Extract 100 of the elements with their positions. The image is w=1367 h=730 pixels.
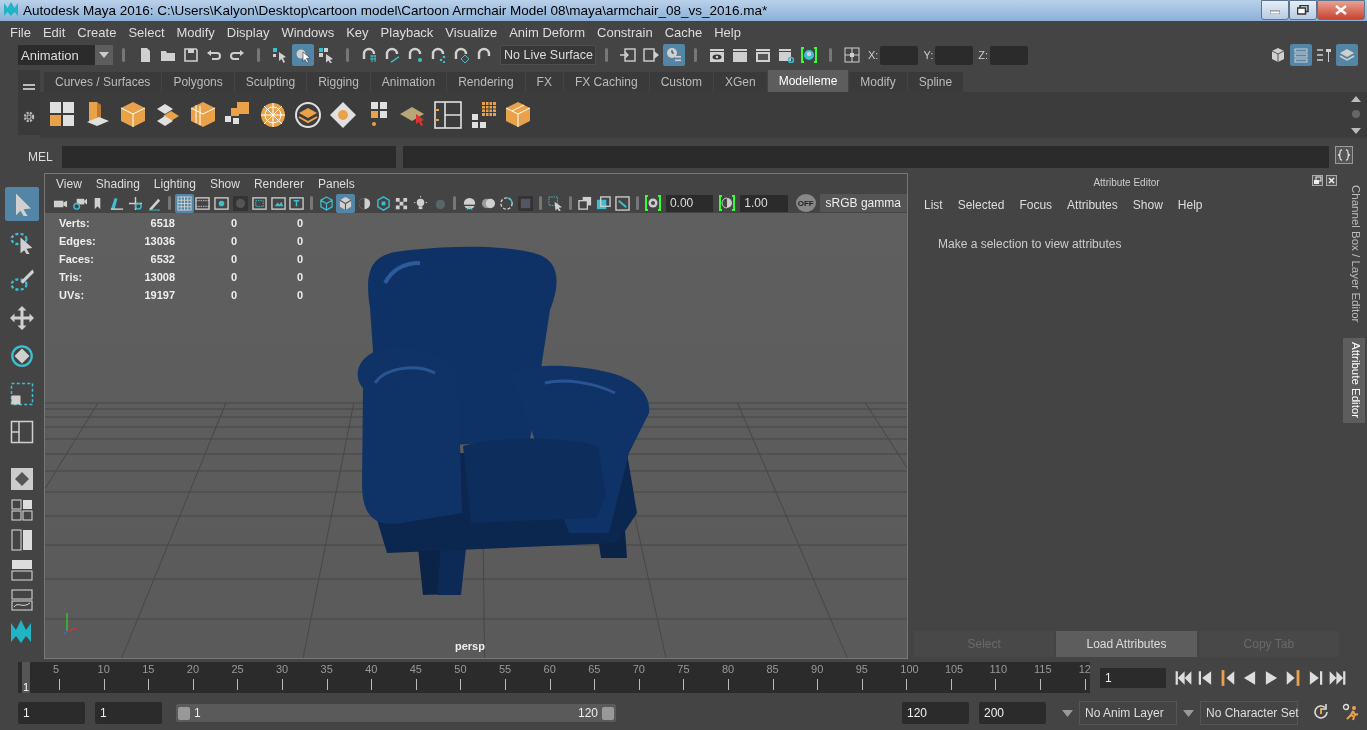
graph-view-icon[interactable] bbox=[11, 589, 33, 611]
panel-menu[interactable]: Shading bbox=[88, 176, 147, 191]
shelf-tab[interactable]: FX bbox=[525, 72, 563, 92]
menu-item[interactable]: Playback bbox=[374, 24, 440, 40]
split-frame-icon[interactable] bbox=[433, 100, 463, 130]
panel-menu[interactable]: Attributes bbox=[1065, 198, 1127, 212]
panel-menu[interactable]: Help bbox=[1175, 198, 1212, 212]
striped-cube-icon[interactable] bbox=[503, 100, 533, 130]
segmented-circle-icon[interactable] bbox=[258, 100, 288, 130]
restore-button[interactable] bbox=[1289, 0, 1317, 20]
menu-item[interactable]: File bbox=[4, 24, 37, 40]
lens-icon[interactable] bbox=[798, 44, 820, 66]
menu-item[interactable]: Help bbox=[708, 24, 747, 40]
shelf-tab[interactable]: Modelleme bbox=[767, 70, 849, 92]
command-input-field[interactable] bbox=[62, 145, 396, 168]
menu-item[interactable]: Create bbox=[71, 24, 123, 40]
shelf-tab[interactable]: Curves / Surfaces bbox=[44, 72, 162, 92]
layered-disc-icon[interactable] bbox=[293, 100, 323, 130]
caret-icon[interactable] bbox=[1183, 710, 1194, 717]
go-to-end-icon[interactable] bbox=[1328, 668, 1347, 687]
color-space-dropdown[interactable]: sRGB gamma bbox=[819, 194, 907, 212]
four-view-icon[interactable] bbox=[11, 499, 33, 521]
shelf-tab[interactable]: Modify bbox=[849, 72, 907, 92]
cube-icon[interactable] bbox=[118, 100, 148, 130]
live-surface-field[interactable]: No Live Surface bbox=[500, 45, 596, 65]
menu-item[interactable]: Anim Deform bbox=[503, 24, 591, 40]
stat-value: 0 bbox=[295, 289, 303, 301]
range-handle[interactable] bbox=[178, 706, 190, 720]
panel-menu[interactable]: List bbox=[922, 198, 952, 212]
shelf-tab[interactable]: Custom bbox=[649, 72, 713, 92]
panel-menu[interactable]: Selected bbox=[955, 198, 1014, 212]
shelf-tab[interactable]: XGen bbox=[713, 72, 767, 92]
current-frame-field[interactable]: 1 bbox=[1100, 667, 1166, 688]
float-icon[interactable] bbox=[1312, 175, 1323, 188]
single-view-icon[interactable] bbox=[10, 467, 34, 491]
exposure-field[interactable]: 0.00 bbox=[665, 194, 714, 212]
caret-icon[interactable] bbox=[1062, 710, 1073, 717]
close-button[interactable] bbox=[1317, 0, 1365, 20]
command-language-label[interactable]: MEL bbox=[28, 149, 56, 164]
panel-menu[interactable]: Panels bbox=[310, 176, 362, 191]
sliders-icon[interactable] bbox=[1290, 44, 1312, 66]
gamma-icon[interactable] bbox=[717, 193, 737, 213]
stacked-view-icon[interactable] bbox=[11, 559, 33, 581]
striped-cube-icon[interactable] bbox=[188, 100, 218, 130]
coordinate-field[interactable] bbox=[990, 45, 1028, 65]
grid-icon[interactable] bbox=[174, 193, 194, 213]
shelf-tab[interactable]: FX Caching bbox=[563, 72, 649, 92]
playback-end-field[interactable]: 120 bbox=[902, 702, 969, 724]
menu-item[interactable]: Select bbox=[122, 24, 171, 40]
end-time-field[interactable]: 200 bbox=[979, 702, 1046, 724]
menu-item[interactable]: Key bbox=[340, 24, 375, 40]
start-time-field[interactable]: 1 bbox=[18, 702, 85, 724]
script-editor-icon[interactable] bbox=[1335, 146, 1353, 167]
clock-list-icon[interactable] bbox=[663, 44, 685, 66]
close-icon[interactable] bbox=[1326, 175, 1337, 188]
menu-item[interactable]: Windows bbox=[275, 24, 341, 40]
frame-number: 85 bbox=[766, 663, 779, 675]
panel-button[interactable]: Load Attributes bbox=[1056, 631, 1197, 657]
shelf-tab[interactable]: Rigging bbox=[307, 72, 370, 92]
menu-item[interactable]: Modify bbox=[170, 24, 221, 40]
go-to-start-icon[interactable] bbox=[1174, 668, 1193, 687]
character-set-field[interactable]: No Character Set bbox=[1200, 701, 1298, 725]
range-handle[interactable] bbox=[602, 706, 614, 720]
maya-logo-icon[interactable] bbox=[10, 619, 34, 643]
playback-start-field[interactable]: 1 bbox=[95, 702, 162, 724]
panel-menu[interactable]: Show bbox=[1130, 198, 1172, 212]
object-select-icon[interactable] bbox=[292, 44, 314, 66]
anim-layer-field[interactable]: No Anim Layer bbox=[1079, 701, 1177, 725]
current-time-marker[interactable]: 1 bbox=[22, 662, 30, 693]
image-frame-icon[interactable] bbox=[613, 193, 633, 213]
view-transform-toggle[interactable]: OFF bbox=[795, 194, 816, 212]
coordinate-field[interactable] bbox=[880, 45, 919, 65]
coordinate-field[interactable] bbox=[935, 45, 974, 65]
quad-square-icon[interactable] bbox=[841, 44, 863, 66]
menu-item[interactable]: Visualize bbox=[439, 24, 504, 40]
panel-menu[interactable]: Focus bbox=[1017, 198, 1062, 212]
menu-item[interactable]: Edit bbox=[36, 24, 72, 40]
menu-set-dropdown[interactable]: Animation bbox=[18, 45, 113, 65]
panel-menu[interactable]: View bbox=[49, 176, 89, 191]
shelf-tab[interactable]: Animation bbox=[370, 72, 447, 92]
shelf-tab[interactable]: Rendering bbox=[447, 72, 525, 92]
minimize-button[interactable] bbox=[1261, 0, 1289, 20]
panel-menu[interactable]: Renderer bbox=[246, 176, 311, 191]
shelf-tab[interactable]: Spline bbox=[907, 72, 964, 92]
panel-menu[interactable]: Show bbox=[202, 176, 247, 191]
shaded-cube-icon[interactable] bbox=[336, 193, 355, 213]
layers-icon[interactable] bbox=[1336, 44, 1358, 66]
time-slider[interactable]: 5 10 15 20 25 30 35 40 45 50 55 60 65 70 75 80 85 90 95 100 105 110 115 12 1 bbox=[18, 662, 1090, 693]
menu-item[interactable]: Display bbox=[220, 24, 276, 40]
menu-item[interactable]: Constrain bbox=[591, 24, 659, 40]
gamma-field[interactable]: 1.00 bbox=[740, 194, 788, 212]
side-tab[interactable]: Channel Box / Layer Editor bbox=[1343, 181, 1365, 327]
panel-menu[interactable]: Lighting bbox=[146, 176, 203, 191]
shelf-tab[interactable]: Polygons bbox=[162, 72, 234, 92]
range-slider-bar[interactable]: 1 120 bbox=[176, 704, 616, 722]
exposure-icon[interactable] bbox=[643, 193, 662, 213]
menu-item[interactable]: Cache bbox=[658, 24, 709, 40]
side-by-side-icon[interactable] bbox=[11, 529, 33, 551]
side-tab[interactable]: Attribute Editor bbox=[1343, 338, 1365, 423]
shelf-tab[interactable]: Sculpting bbox=[234, 72, 307, 92]
